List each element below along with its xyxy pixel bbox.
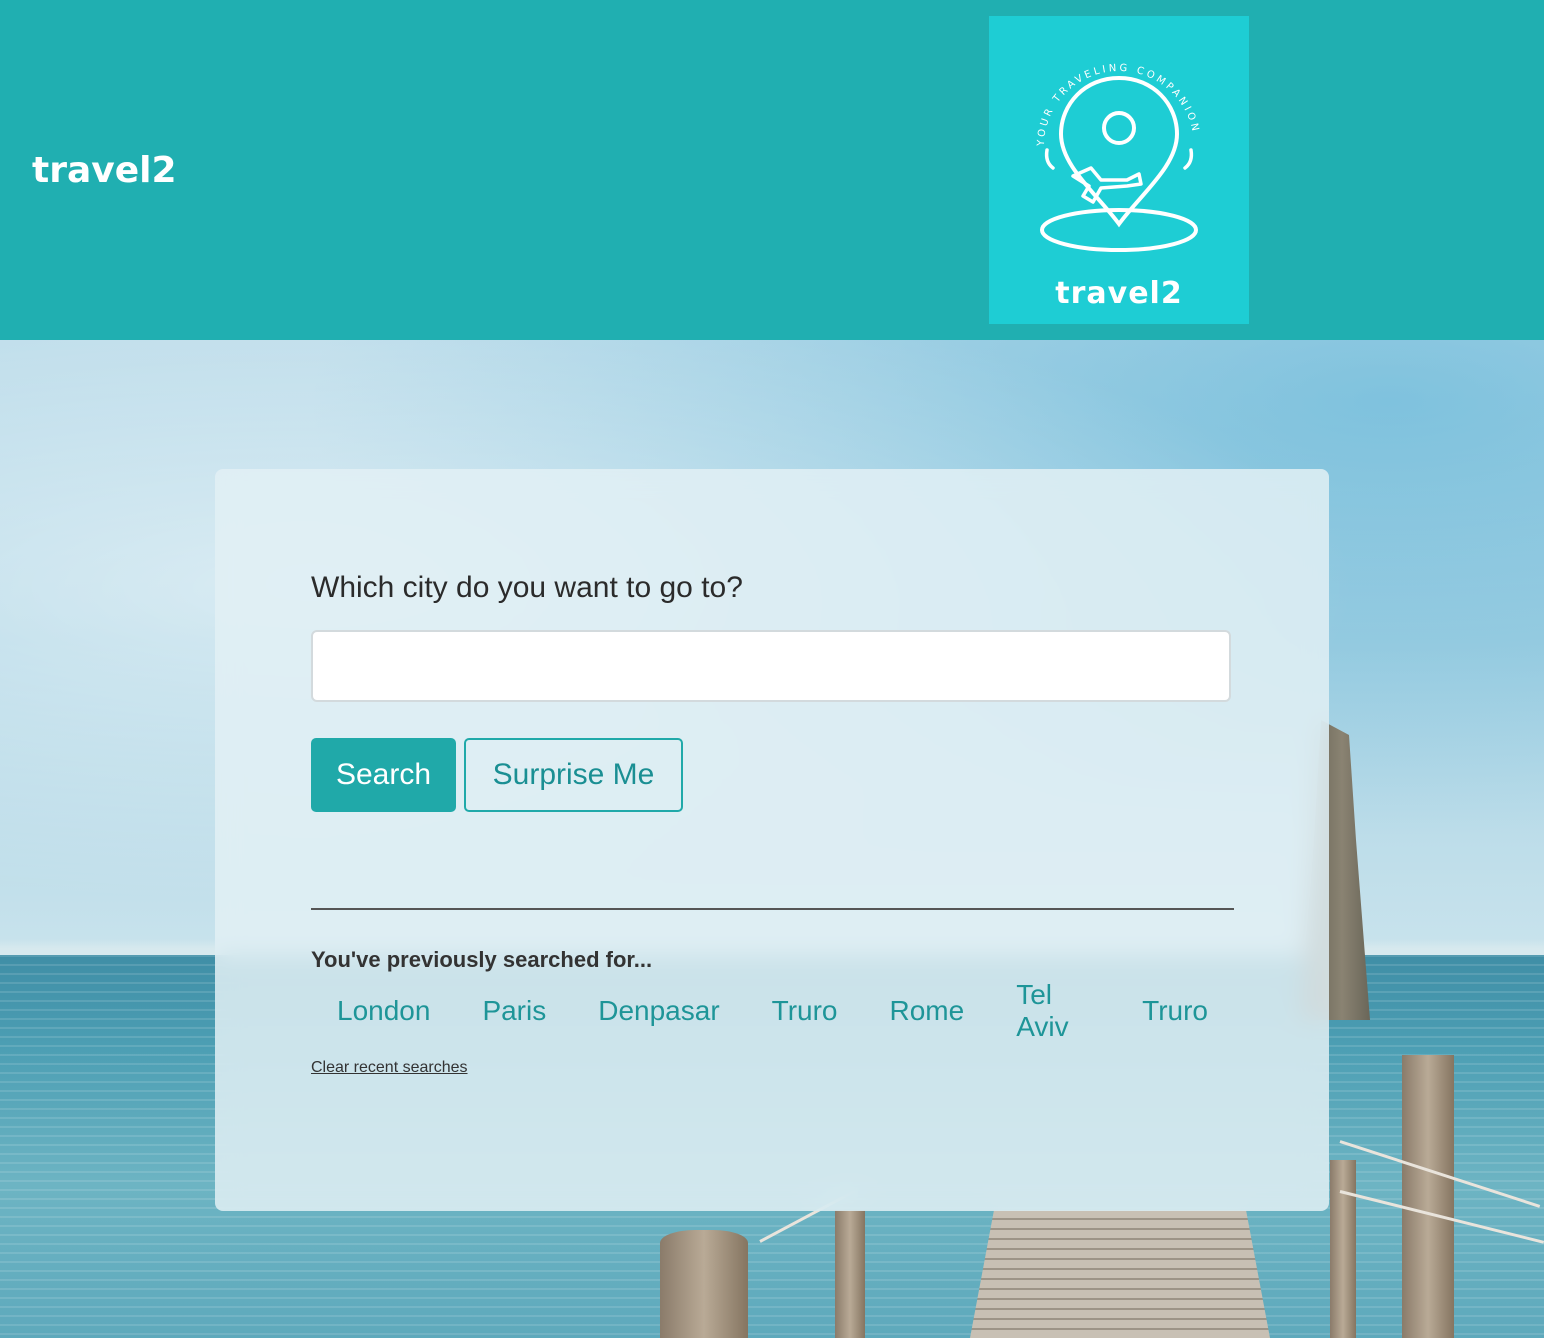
surprise-me-button[interactable]: Surprise Me <box>464 738 683 812</box>
section-divider <box>311 908 1234 910</box>
recent-search-link[interactable]: Rome <box>890 995 965 1027</box>
city-search-input[interactable] <box>311 630 1231 702</box>
logo-wordmark: travel2 <box>1055 276 1183 311</box>
wooden-bridge <box>970 1210 1270 1338</box>
recent-search-link[interactable]: Truro <box>1142 995 1208 1027</box>
recent-search-link[interactable]: Denpasar <box>598 995 719 1027</box>
pier-post <box>835 1210 865 1338</box>
search-button[interactable]: Search <box>311 738 456 812</box>
travel2-logo: YOUR TRAVELING COMPANION travel2 <box>989 16 1249 324</box>
recent-search-link[interactable]: London <box>337 995 430 1027</box>
recent-searches-title: You've previously searched for... <box>311 947 653 972</box>
brand-title[interactable]: travel2 <box>32 150 177 191</box>
clear-recent-searches-link[interactable]: Clear recent searches <box>311 1059 468 1077</box>
recent-search-link[interactable]: Tel Aviv <box>1016 979 1090 1043</box>
pier-post <box>1402 1055 1454 1338</box>
recent-search-link[interactable]: Paris <box>482 995 546 1027</box>
destination-question: Which city do you want to go to? <box>311 571 743 604</box>
pier-post <box>660 1230 748 1338</box>
search-card: Which city do you want to go to? Search … <box>215 469 1329 1211</box>
recent-search-link[interactable]: Truro <box>772 995 838 1027</box>
top-header: travel2 YOUR TRAVELING COMPANION travel2 <box>0 0 1544 340</box>
recent-searches-list: London Paris Denpasar Truro Rome Tel Avi… <box>311 979 1234 1042</box>
pier-post <box>1330 1160 1356 1338</box>
